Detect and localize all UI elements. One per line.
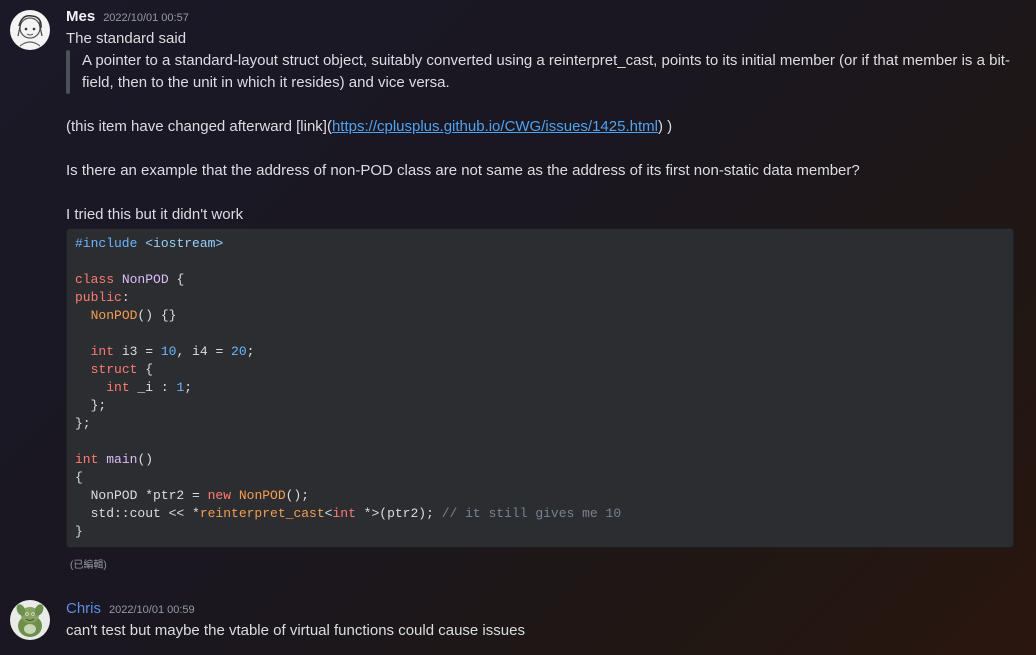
avatar-chris[interactable] bbox=[10, 600, 50, 640]
code-token: reinterpret_cast bbox=[199, 506, 325, 521]
code-token: class bbox=[75, 272, 115, 287]
edited-label[interactable]: (已編輯) bbox=[70, 556, 107, 571]
message-content: can't test but maybe the vtable of virtu… bbox=[66, 620, 1016, 642]
code-token: 10 bbox=[160, 344, 177, 359]
code-token: NonPOD bbox=[90, 308, 138, 323]
code-token: NonPOD bbox=[121, 272, 169, 287]
code-token: struct bbox=[90, 362, 138, 377]
code-token: _i : bbox=[129, 380, 177, 395]
code-line: NonPOD *ptr2 = new NonPOD(); bbox=[75, 487, 1005, 505]
code-line: class NonPOD { bbox=[75, 271, 1005, 289]
code-token: NonPOD bbox=[238, 488, 286, 503]
code-line: } bbox=[75, 524, 83, 539]
changed-suffix: ) ) bbox=[657, 118, 673, 135]
code-token: ; bbox=[184, 380, 193, 395]
code-line: struct { bbox=[75, 361, 1005, 379]
cwg-issue-link[interactable]: https://cplusplus.github.io/CWG/issues/1… bbox=[332, 118, 658, 135]
code-token: () bbox=[137, 452, 154, 467]
code-line: std::cout << *reinterpret_cast<int *>(pt… bbox=[75, 505, 1005, 523]
message-content: The standard said A pointer to a standar… bbox=[66, 28, 1016, 226]
code-token: (); bbox=[285, 488, 310, 503]
message-text: The standard said bbox=[66, 30, 187, 47]
code-token: main bbox=[106, 452, 138, 467]
code-line: NonPOD() {} bbox=[75, 307, 1005, 325]
code-line: { bbox=[75, 470, 83, 485]
code-token: { bbox=[137, 362, 154, 377]
code-token: public bbox=[75, 290, 122, 305]
username[interactable]: Chris bbox=[66, 600, 101, 617]
changed-prefix: (this item have changed afterward [link]… bbox=[66, 118, 332, 135]
code-token: i3 = bbox=[114, 344, 161, 359]
code-token: *>(ptr2); bbox=[355, 506, 442, 521]
code-line: int i3 = 10, i4 = 20; bbox=[75, 343, 1005, 361]
code-line: #include <iostream> bbox=[75, 235, 1005, 253]
code-comment: // it still gives me 10 bbox=[441, 506, 622, 521]
code-line: }; bbox=[75, 416, 91, 431]
code-token: : bbox=[121, 290, 130, 305]
code-token: { bbox=[168, 272, 185, 287]
code-line: int main() bbox=[75, 451, 1005, 469]
message-text-changed: (this item have changed afterward [link]… bbox=[66, 116, 1016, 138]
code-token: ; bbox=[246, 344, 255, 359]
message-header: Mes 2022/10/01 00:57 bbox=[66, 8, 189, 25]
code-token: NonPOD *ptr2 = bbox=[75, 488, 208, 503]
timestamp[interactable]: 2022/10/01 00:57 bbox=[103, 12, 189, 24]
code-token: std::cout << * bbox=[75, 506, 200, 521]
username[interactable]: Mes bbox=[66, 8, 95, 25]
code-token: new bbox=[207, 488, 232, 503]
code-token: #include bbox=[75, 236, 138, 251]
timestamp[interactable]: 2022/10/01 00:59 bbox=[109, 604, 195, 616]
code-token: int bbox=[75, 452, 99, 467]
code-token: , i4 = bbox=[176, 344, 232, 359]
code-token: int bbox=[106, 380, 130, 395]
message-question: Is there an example that the address of … bbox=[66, 162, 860, 179]
code-token: int bbox=[90, 344, 115, 359]
message-header: Chris 2022/10/01 00:59 bbox=[66, 600, 195, 617]
code-token: int bbox=[332, 506, 356, 521]
avatar-mes[interactable] bbox=[10, 10, 50, 50]
message-text: can't test but maybe the vtable of virtu… bbox=[66, 622, 525, 639]
code-token: 20 bbox=[231, 344, 247, 359]
code-token: () {} bbox=[137, 308, 177, 323]
message-tried: I tried this but it didn't work bbox=[66, 206, 244, 223]
code-line: public: bbox=[75, 289, 1005, 307]
code-token: <iostream> bbox=[145, 236, 224, 251]
code-line: int _i : 1; bbox=[75, 379, 1005, 397]
blockquote: A pointer to a standard-layout struct ob… bbox=[66, 50, 1016, 94]
code-line: }; bbox=[75, 398, 107, 413]
code-block[interactable]: #include <iostream> class NonPOD { publi… bbox=[66, 228, 1014, 548]
